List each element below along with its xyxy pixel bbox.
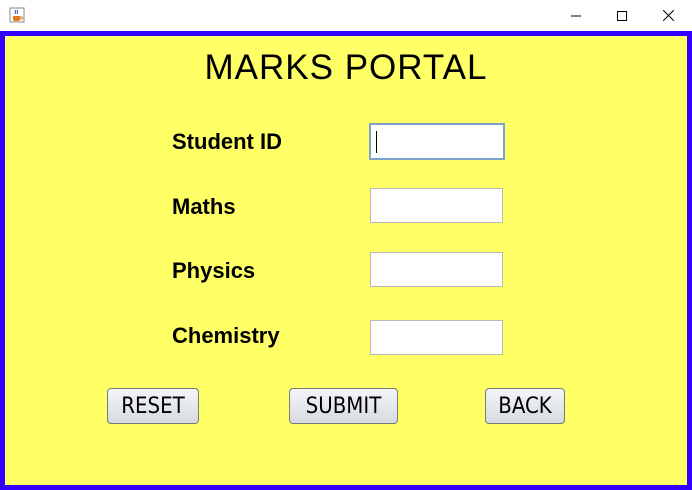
maximize-icon [617,10,627,21]
minimize-icon [571,15,581,16]
reset-button[interactable]: RESET [107,388,199,424]
chemistry-label: Chemistry [172,323,280,348]
chemistry-input[interactable] [370,320,503,355]
physics-label: Physics [172,258,256,283]
java-cup-icon [9,7,25,23]
page-title: MARKS PORTAL [204,48,488,87]
submit-button[interactable]: SUBMIT [289,388,398,424]
maximize-button[interactable] [599,0,645,31]
minimize-button[interactable] [553,0,599,31]
back-button[interactable]: BACK [485,388,565,424]
student-id-input[interactable] [369,123,505,160]
maths-label: Maths [172,194,236,219]
close-button[interactable] [645,0,691,31]
physics-input[interactable] [370,252,503,287]
student-id-label: Student ID [172,129,282,154]
close-icon [662,10,674,21]
title-bar[interactable] [0,0,692,31]
maths-input[interactable] [370,188,503,223]
text-caret [376,131,377,153]
application-window: MARKS PORTAL Student ID Maths Physics Ch… [0,0,692,490]
